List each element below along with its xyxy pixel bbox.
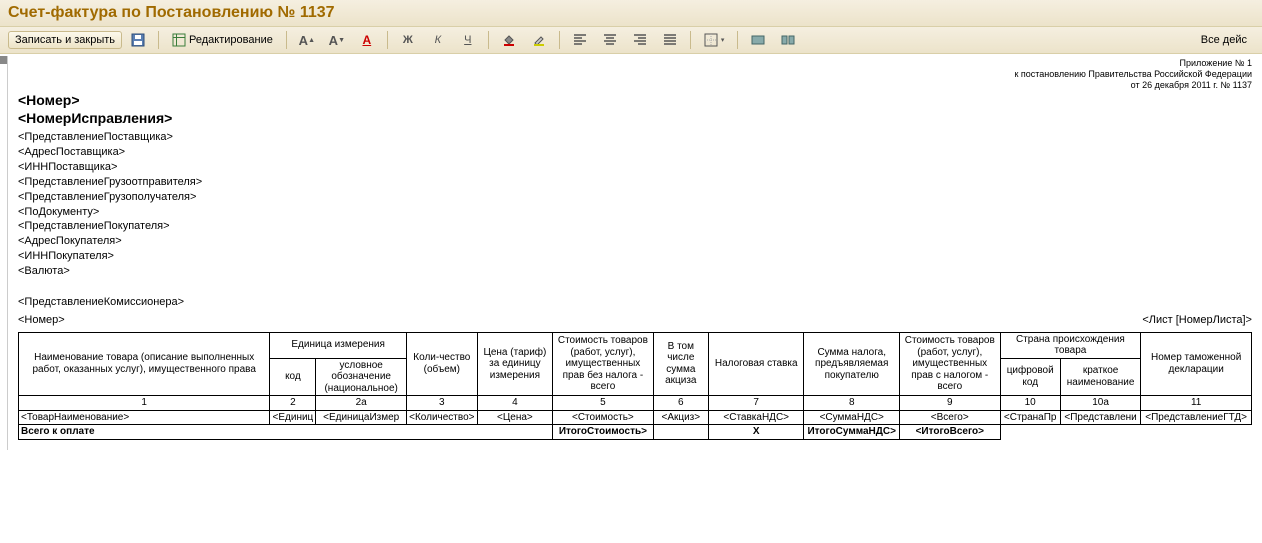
th-customs: Номер таможенной декларации [1141, 332, 1252, 396]
th-name: Наименование товара (описание выполненны… [19, 332, 270, 396]
font-color-button[interactable]: A [353, 30, 381, 50]
th-price: Цена (тариф) за единицу измерения [477, 332, 552, 396]
bold-button[interactable]: Ж [394, 30, 422, 50]
table-total-row: Всего к оплате ИтогоСтоимость> Х ИтогоСу… [19, 425, 1252, 440]
edit-icon [172, 33, 186, 47]
colnum-2: 2 [270, 396, 316, 411]
colnum-11: 11 [1141, 396, 1252, 411]
colnum-8: 8 [804, 396, 900, 411]
th-unit-group: Единица измерения [270, 332, 407, 358]
italic-button[interactable]: К [424, 30, 452, 50]
field-consignee: <ПредставлениеГрузополучателя> [18, 190, 1252, 205]
align-right-button[interactable] [626, 30, 654, 50]
total-label: Всего к оплате [19, 425, 553, 440]
th-cost-notax: Стоимость товаров (работ, услуг), имущес… [553, 332, 654, 396]
save-icon [131, 33, 145, 47]
colnum-6: 6 [653, 396, 708, 411]
field-supplier-repr: <ПредставлениеПоставщика> [18, 130, 1252, 145]
underline-icon: Ч [461, 33, 475, 47]
align-left-icon [573, 33, 587, 47]
vertical-ruler [0, 56, 8, 450]
fill-color-button[interactable] [495, 30, 523, 50]
split-cells-button[interactable] [774, 30, 802, 50]
th-taxsum: Сумма налога, предъявляемая покупателю [804, 332, 900, 396]
field-by-document: <ПоДокументу> [18, 205, 1252, 220]
font-color-icon: A [360, 33, 374, 47]
merge-cells-button[interactable] [744, 30, 772, 50]
colnum-1: 1 [19, 396, 270, 411]
underline-button[interactable]: Ч [454, 30, 482, 50]
supplier-fields: <ПредставлениеПоставщика> <АдресПоставщи… [18, 130, 1252, 278]
align-justify-button[interactable] [656, 30, 684, 50]
field-buyer-inn: <ИННПокупателя> [18, 249, 1252, 264]
italic-icon: К [431, 33, 445, 47]
sheet-number-right: <Лист [НомерЛиста]> [1142, 314, 1252, 326]
th-country-group: Страна происхождения товара [1000, 332, 1141, 358]
borders-icon [704, 33, 718, 47]
page-title: Счет-фактура по Постановлению № 1137 [8, 4, 1254, 22]
font-decrease-icon: A▼ [330, 33, 344, 47]
save-button[interactable] [124, 30, 152, 50]
font-increase-button[interactable]: A▲ [293, 30, 321, 50]
th-cost-tax: Стоимость товаров (работ, услуг), имущес… [899, 332, 1000, 396]
th-country-name: краткое наименование [1060, 358, 1140, 396]
align-justify-icon [663, 33, 677, 47]
merge-icon [751, 33, 765, 47]
commissioner-field: <ПредставлениеКомиссионера> [18, 295, 1252, 310]
bold-icon: Ж [401, 33, 415, 47]
save-close-button[interactable]: Записать и закрыть [8, 31, 122, 49]
highlight-icon [532, 33, 546, 47]
table-row[interactable]: <ТоварНаименование> <Единиц <ЕдиницаИзме… [19, 410, 1252, 425]
appendix-block: Приложение № 1 к постановлению Правитель… [18, 58, 1252, 90]
invoice-table: Наименование товара (описание выполненны… [18, 332, 1252, 440]
all-actions-button[interactable]: Все дейс [1194, 31, 1254, 49]
th-taxrate: Налоговая ставка [708, 332, 804, 396]
colnum-10: 10 [1000, 396, 1060, 411]
field-shipper: <ПредставлениеГрузоотправителя> [18, 175, 1252, 190]
font-decrease-button[interactable]: A▼ [323, 30, 351, 50]
colnum-2a: 2а [316, 396, 407, 411]
th-qty: Коли-чество (объем) [406, 332, 477, 396]
th-unit-code: код [270, 358, 316, 396]
colnum-5: 5 [553, 396, 654, 411]
colnum-10a: 10а [1060, 396, 1140, 411]
th-unit-name: условное обозначение (национальное) [316, 358, 407, 396]
align-center-icon [603, 33, 617, 47]
align-center-button[interactable] [596, 30, 624, 50]
colnum-7: 7 [708, 396, 804, 411]
field-currency: <Валюта> [18, 264, 1252, 279]
correction-number-placeholder: <НомерИсправления> [18, 110, 1252, 126]
titlebar: Счет-фактура по Постановлению № 1137 [0, 0, 1262, 27]
font-increase-icon: A▲ [300, 33, 314, 47]
field-buyer-repr: <ПредставлениеПокупателя> [18, 219, 1252, 234]
field-buyer-address: <АдресПокупателя> [18, 234, 1252, 249]
bucket-icon [502, 33, 516, 47]
align-left-button[interactable] [566, 30, 594, 50]
sheet-number-left: <Номер> [18, 314, 65, 326]
colnum-9: 9 [899, 396, 1000, 411]
borders-button[interactable]: ▾ [697, 30, 732, 50]
edit-mode-button[interactable]: Редактирование [165, 30, 280, 50]
split-icon [781, 33, 795, 47]
document-area: Приложение № 1 к постановлению Правитель… [0, 54, 1262, 450]
field-supplier-address: <АдресПоставщика> [18, 145, 1252, 160]
align-right-icon [633, 33, 647, 47]
th-excise: В том числе сумма акциза [653, 332, 708, 396]
th-country-code: цифровой код [1000, 358, 1060, 396]
highlight-button[interactable] [525, 30, 553, 50]
colnum-3: 3 [406, 396, 477, 411]
field-supplier-inn: <ИННПоставщика> [18, 160, 1252, 175]
toolbar: Записать и закрыть Редактирование A▲ A▼ … [0, 27, 1262, 54]
document-body[interactable]: Приложение № 1 к постановлению Правитель… [8, 56, 1262, 450]
colnum-4: 4 [477, 396, 552, 411]
number-placeholder: <Номер> [18, 92, 1252, 108]
